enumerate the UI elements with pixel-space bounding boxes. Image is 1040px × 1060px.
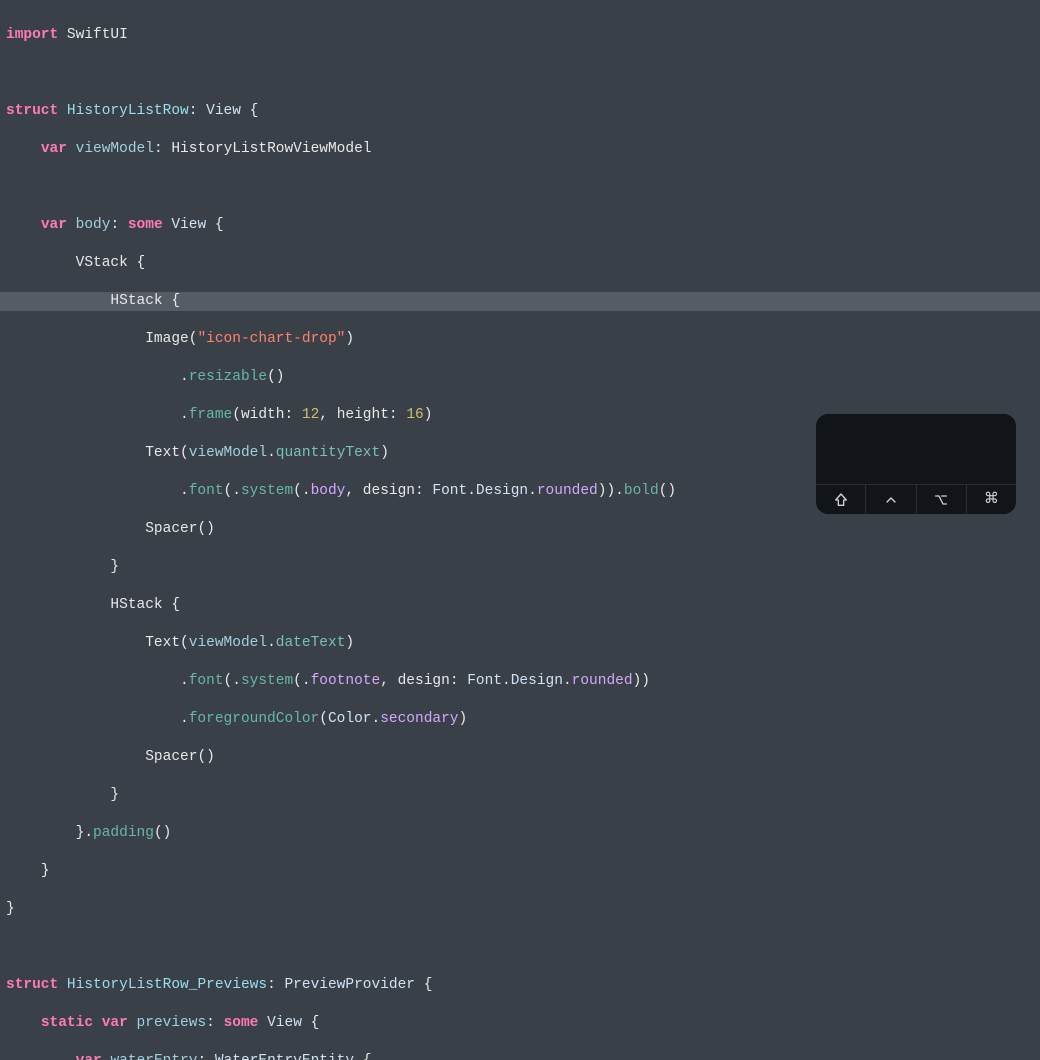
code-line bbox=[0, 938, 1040, 957]
command-key-button[interactable]: ⌘ bbox=[967, 485, 1016, 514]
touchbar-keys: ⌘ bbox=[816, 484, 1016, 514]
code-line bbox=[0, 178, 1040, 197]
code-line: .font(.system(.footnote, design: Font.De… bbox=[0, 672, 1040, 691]
code-line: var viewModel: HistoryListRowViewModel bbox=[0, 140, 1040, 159]
code-line: Spacer() bbox=[0, 748, 1040, 767]
code-line: var waterEntry: WaterEntryEntity { bbox=[0, 1052, 1040, 1060]
code-line: import SwiftUI bbox=[0, 26, 1040, 45]
shift-key-button[interactable] bbox=[816, 485, 866, 514]
command-icon: ⌘ bbox=[984, 490, 999, 509]
code-line: HStack { bbox=[0, 596, 1040, 615]
code-line-highlighted: HStack { bbox=[0, 292, 1040, 311]
keyboard-shortcut-bar: ⌘ bbox=[816, 414, 1016, 514]
code-line: } bbox=[0, 862, 1040, 881]
code-line: static var previews: some View { bbox=[0, 1014, 1040, 1033]
code-line: .foregroundColor(Color.secondary) bbox=[0, 710, 1040, 729]
code-line: .resizable() bbox=[0, 368, 1040, 387]
code-line: VStack { bbox=[0, 254, 1040, 273]
code-line: struct HistoryListRow: View { bbox=[0, 102, 1040, 121]
shift-icon bbox=[833, 492, 849, 508]
code-line: Image("icon-chart-drop") bbox=[0, 330, 1040, 349]
code-line bbox=[0, 64, 1040, 83]
up-key-button[interactable] bbox=[866, 485, 916, 514]
code-line: } bbox=[0, 558, 1040, 577]
code-line: } bbox=[0, 786, 1040, 805]
option-icon bbox=[933, 492, 949, 508]
option-key-button[interactable] bbox=[917, 485, 967, 514]
chevron-up-icon bbox=[883, 492, 899, 508]
code-editor[interactable]: import SwiftUI struct HistoryListRow: Vi… bbox=[0, 0, 1040, 1060]
code-line: var body: some View { bbox=[0, 216, 1040, 235]
code-line: } bbox=[0, 900, 1040, 919]
code-line: struct HistoryListRow_Previews: PreviewP… bbox=[0, 976, 1040, 995]
touchbar-trackpad[interactable] bbox=[816, 414, 1016, 484]
code-line: }.padding() bbox=[0, 824, 1040, 843]
code-line: Text(viewModel.dateText) bbox=[0, 634, 1040, 653]
